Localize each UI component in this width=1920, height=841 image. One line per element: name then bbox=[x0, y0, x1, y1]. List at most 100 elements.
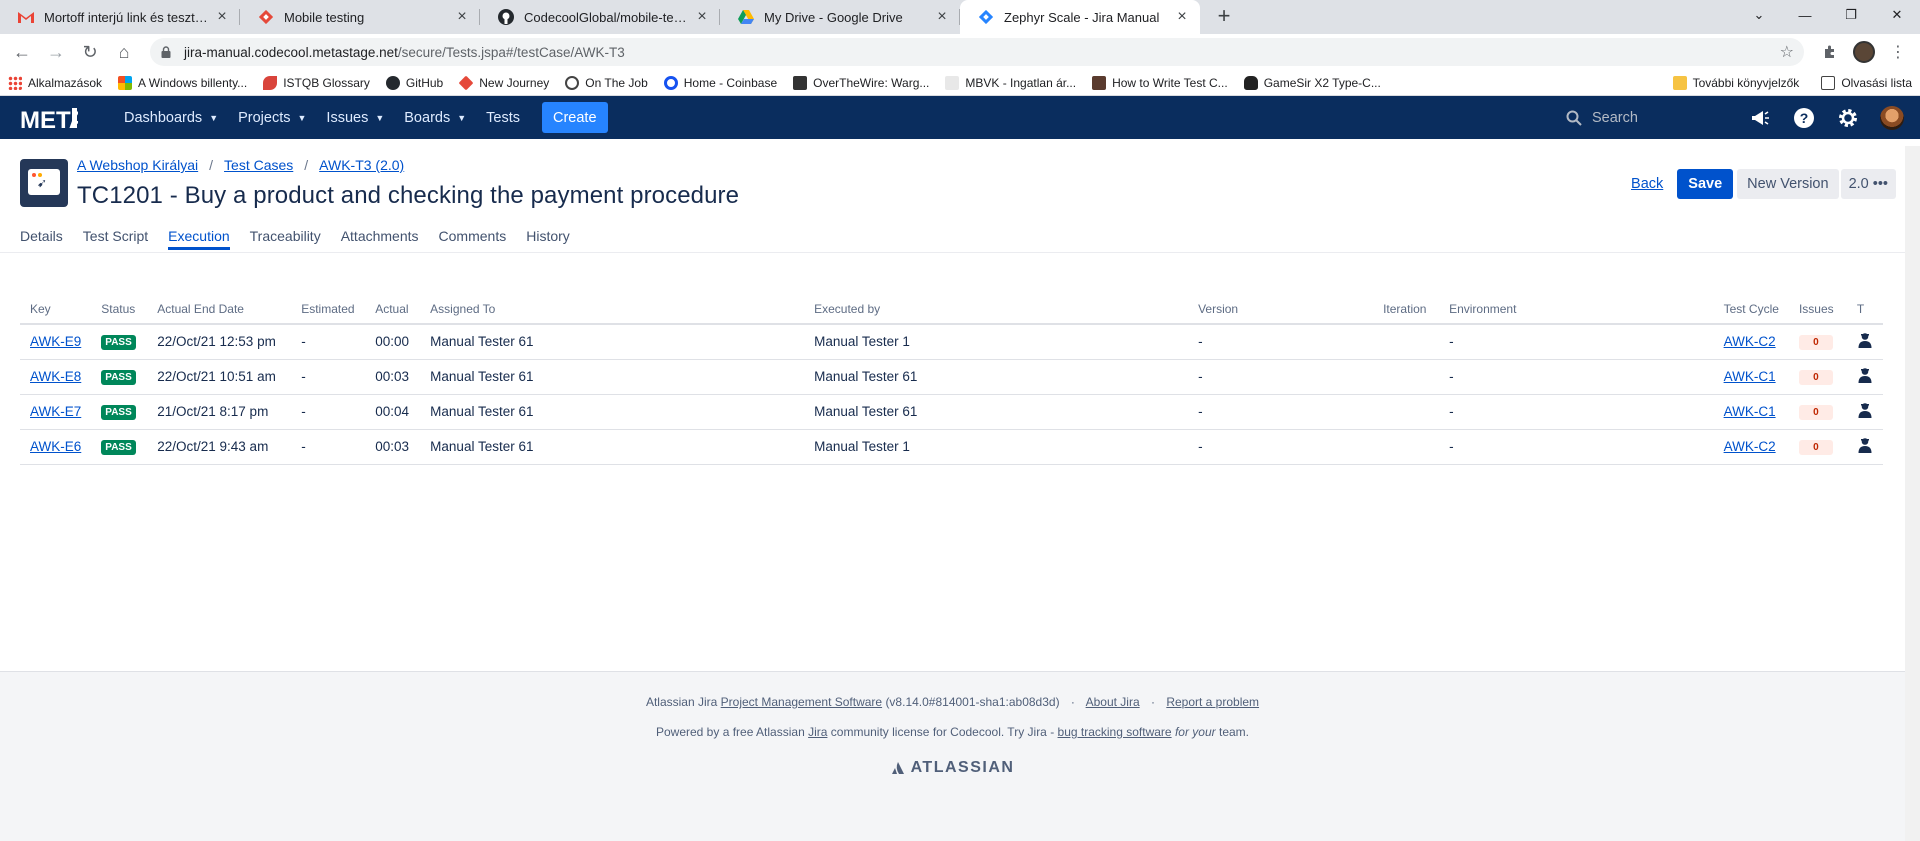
back-arrow-icon[interactable]: ← bbox=[8, 38, 36, 66]
table-row[interactable]: AWK-E6 PASS 22/Oct/21 9:43 am -00:03 Manual … bbox=[20, 429, 1883, 465]
browser-tab[interactable]: Mobile testing × bbox=[240, 0, 480, 34]
bookmark-item[interactable]: MBVK - Ingatlan ár... bbox=[945, 75, 1076, 90]
about-jira-link[interactable]: About Jira bbox=[1086, 695, 1140, 709]
nav-projects[interactable]: Projects ▼ bbox=[228, 102, 316, 134]
browser-tab[interactable]: CodecoolGlobal/mobile-testing- × bbox=[480, 0, 720, 34]
bookmark-apps[interactable]: Alkalmazások bbox=[8, 75, 102, 90]
col-status[interactable]: Status bbox=[91, 294, 148, 325]
bookmark-item[interactable]: GitHub bbox=[385, 75, 443, 90]
execution-key-link[interactable]: AWK-E9 bbox=[30, 334, 81, 349]
reload-icon[interactable]: ↻ bbox=[76, 38, 104, 66]
tab-attachments[interactable]: Attachments bbox=[341, 228, 419, 250]
new-tab-button[interactable]: + bbox=[1210, 3, 1238, 31]
col-test-cycle[interactable]: Test Cycle bbox=[1713, 294, 1789, 325]
col-assigned-to[interactable]: Assigned To bbox=[420, 294, 805, 325]
breadcrumb-test-cases[interactable]: Test Cases bbox=[224, 157, 293, 173]
other-bookmarks[interactable]: További könyvjelzők bbox=[1672, 76, 1799, 90]
tab-traceability[interactable]: Traceability bbox=[250, 228, 321, 250]
reading-list[interactable]: Olvasási lista bbox=[1821, 76, 1912, 90]
close-icon[interactable]: × bbox=[1174, 9, 1190, 25]
forward-arrow-icon[interactable]: → bbox=[42, 38, 70, 66]
bookmark-item[interactable]: On The Job bbox=[565, 75, 648, 90]
col-issues[interactable]: Issues bbox=[1788, 294, 1847, 325]
page-scrollbar[interactable] bbox=[1905, 146, 1920, 841]
col-executed-by[interactable]: Executed by bbox=[804, 294, 1189, 325]
new-version-button[interactable]: New Version bbox=[1737, 169, 1839, 199]
col-key[interactable]: Key bbox=[20, 294, 92, 325]
person-icon[interactable] bbox=[1857, 402, 1873, 418]
close-icon[interactable]: × bbox=[934, 9, 950, 25]
header-search[interactable]: Search bbox=[1560, 102, 1730, 134]
col-environment[interactable]: Environment bbox=[1439, 294, 1714, 325]
col-version[interactable]: Version bbox=[1188, 294, 1374, 325]
tab-execution[interactable]: Execution bbox=[168, 228, 231, 250]
tab-search-icon[interactable]: ⌄ bbox=[1736, 0, 1782, 30]
nav-issues[interactable]: Issues ▼ bbox=[316, 102, 394, 134]
save-button[interactable]: Save bbox=[1677, 169, 1734, 199]
test-cycle-link[interactable]: AWK-C2 bbox=[1724, 334, 1776, 349]
gear-icon[interactable] bbox=[1834, 104, 1862, 132]
window-close-icon[interactable]: ✕ bbox=[1874, 0, 1920, 30]
col-t[interactable]: T bbox=[1846, 294, 1883, 325]
person-icon[interactable] bbox=[1857, 367, 1873, 383]
user-avatar[interactable] bbox=[1878, 104, 1906, 132]
tab-comments[interactable]: Comments bbox=[439, 228, 507, 250]
bookmark-item[interactable]: GameSir X2 Type-C... bbox=[1243, 75, 1381, 90]
back-link[interactable]: Back bbox=[1631, 176, 1663, 192]
extensions-icon[interactable] bbox=[1816, 38, 1844, 66]
footer-pm-link[interactable]: Project Management Software bbox=[721, 695, 882, 709]
person-icon[interactable] bbox=[1857, 332, 1873, 349]
col-estimated[interactable]: Estimated bbox=[291, 294, 366, 325]
bookmark-item[interactable]: How to Write Test C... bbox=[1092, 75, 1228, 90]
execution-key-link[interactable]: AWK-E7 bbox=[30, 404, 81, 419]
bug-tracking-link[interactable]: bug tracking software bbox=[1058, 725, 1172, 739]
report-problem-link[interactable]: Report a problem bbox=[1166, 695, 1259, 709]
table-row[interactable]: AWK-E7 PASS 21/Oct/21 8:17 pm -00:04 Manual … bbox=[20, 394, 1883, 430]
home-icon[interactable]: ⌂ bbox=[110, 38, 138, 66]
kebab-menu-icon[interactable]: ⋮ bbox=[1884, 38, 1912, 66]
test-cycle-link[interactable]: AWK-C1 bbox=[1724, 404, 1776, 419]
close-icon[interactable]: × bbox=[214, 9, 230, 25]
version-menu-button[interactable]: 2.0 ••• bbox=[1840, 169, 1896, 199]
breadcrumb-project[interactable]: A Webshop Királyai bbox=[77, 157, 198, 173]
nav-tests[interactable]: Tests bbox=[476, 102, 530, 134]
close-icon[interactable]: × bbox=[694, 9, 710, 25]
table-row[interactable]: AWK-E8 PASS 22/Oct/21 10:51 am -00:03 Manual… bbox=[20, 359, 1883, 395]
col-iteration[interactable]: Iteration bbox=[1373, 294, 1440, 325]
close-icon[interactable]: × bbox=[454, 9, 470, 25]
col-actual-end-date[interactable]: Actual End Date bbox=[147, 294, 292, 325]
help-icon[interactable]: ? bbox=[1790, 104, 1818, 132]
profile-avatar[interactable] bbox=[1850, 38, 1878, 66]
create-button[interactable]: Create bbox=[541, 102, 608, 133]
address-bar[interactable]: jira-manual.codecool.metastage.net /secu… bbox=[150, 38, 1804, 66]
minimize-icon[interactable]: — bbox=[1782, 0, 1828, 30]
tab-details[interactable]: Details bbox=[20, 228, 63, 250]
meta-logo[interactable]: META bbox=[20, 103, 78, 133]
megaphone-icon[interactable] bbox=[1746, 104, 1774, 132]
restore-icon[interactable]: ❐ bbox=[1828, 0, 1874, 30]
bookmark-item[interactable]: OverTheWire: Warg... bbox=[793, 75, 929, 90]
atlassian-logo[interactable]: ATLASSIAN bbox=[891, 759, 1015, 777]
nav-dashboards[interactable]: Dashboards ▼ bbox=[114, 102, 228, 134]
browser-tab[interactable]: Mortoff interjú link és tesztek - c × bbox=[0, 0, 240, 34]
execution-key-link[interactable]: AWK-E8 bbox=[30, 369, 81, 384]
bookmark-item[interactable]: A Windows billenty... bbox=[118, 75, 247, 90]
col-actual[interactable]: Actual bbox=[365, 294, 421, 325]
execution-key-link[interactable]: AWK-E6 bbox=[30, 439, 81, 454]
bookmark-item[interactable]: Home - Coinbase bbox=[663, 75, 777, 90]
bookmark-item[interactable]: New Journey bbox=[458, 75, 549, 90]
jira-link[interactable]: Jira bbox=[808, 725, 827, 739]
person-icon[interactable] bbox=[1857, 437, 1873, 453]
test-cycle-link[interactable]: AWK-C2 bbox=[1724, 439, 1776, 454]
tab-test-script[interactable]: Test Script bbox=[83, 228, 148, 250]
nav-boards[interactable]: Boards ▼ bbox=[394, 102, 476, 134]
url-path: /secure/Tests.jspa#/testCase/AWK-T3 bbox=[397, 44, 625, 60]
breadcrumb-test-case[interactable]: AWK-T3 (2.0) bbox=[319, 157, 404, 173]
browser-tab[interactable]: My Drive - Google Drive × bbox=[720, 0, 960, 34]
test-cycle-link[interactable]: AWK-C1 bbox=[1724, 369, 1776, 384]
table-row[interactable]: AWK-E9 PASS 22/Oct/21 12:53 pm -00:00 Manual… bbox=[20, 324, 1883, 360]
bookmark-star-icon[interactable]: ☆ bbox=[1780, 42, 1794, 62]
bookmark-item[interactable]: ISTQB Glossary bbox=[263, 75, 370, 90]
tab-history[interactable]: History bbox=[526, 228, 570, 250]
browser-tab-active[interactable]: Zephyr Scale - Jira Manual × bbox=[960, 0, 1200, 34]
